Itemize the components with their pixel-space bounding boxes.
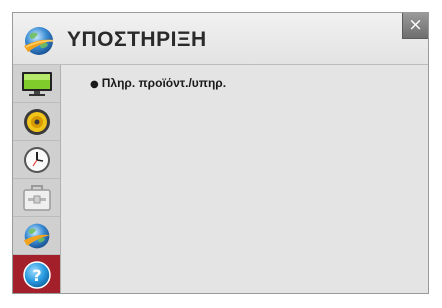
- globe-network-icon: [22, 221, 52, 251]
- close-button[interactable]: ×: [402, 13, 428, 39]
- menu-header: ΥΠΟΣΤΗΡΙΞΗ ×: [13, 13, 428, 65]
- menu-item-label: Πληρ. προϊόντ./υπηρ.: [101, 76, 227, 90]
- page-title: ΥΠΟΣΤΗΡΙΞΗ: [67, 28, 207, 51]
- support-menu-window: ΥΠΟΣΤΗΡΙΞΗ × ? ● Πληρ. προϊόντ./υπηρ.: [12, 12, 429, 294]
- svg-text:?: ?: [32, 266, 41, 285]
- content-panel: ● Πληρ. προϊόντ./υπηρ.: [61, 65, 428, 293]
- sidebar-item-time[interactable]: [13, 141, 60, 179]
- picture-monitor-icon: [21, 71, 53, 97]
- question-help-icon: ?: [22, 260, 52, 290]
- sidebar-item-settings[interactable]: [13, 179, 60, 217]
- sidebar-item-picture[interactable]: [13, 65, 60, 103]
- clock-icon: [22, 145, 52, 175]
- category-sidebar: ?: [13, 65, 61, 293]
- close-icon: ×: [408, 15, 423, 35]
- globe-support-icon: [22, 24, 56, 58]
- audio-speaker-icon: [22, 107, 52, 137]
- bullet-icon: ●: [90, 79, 99, 90]
- sidebar-item-audio[interactable]: [13, 103, 60, 141]
- menu-item-product-service-info[interactable]: ● Πληρ. προϊόντ./υπηρ.: [90, 76, 226, 90]
- toolbox-icon: [22, 184, 52, 212]
- sidebar-item-support[interactable]: ?: [13, 255, 60, 293]
- sidebar-item-network[interactable]: [13, 217, 60, 255]
